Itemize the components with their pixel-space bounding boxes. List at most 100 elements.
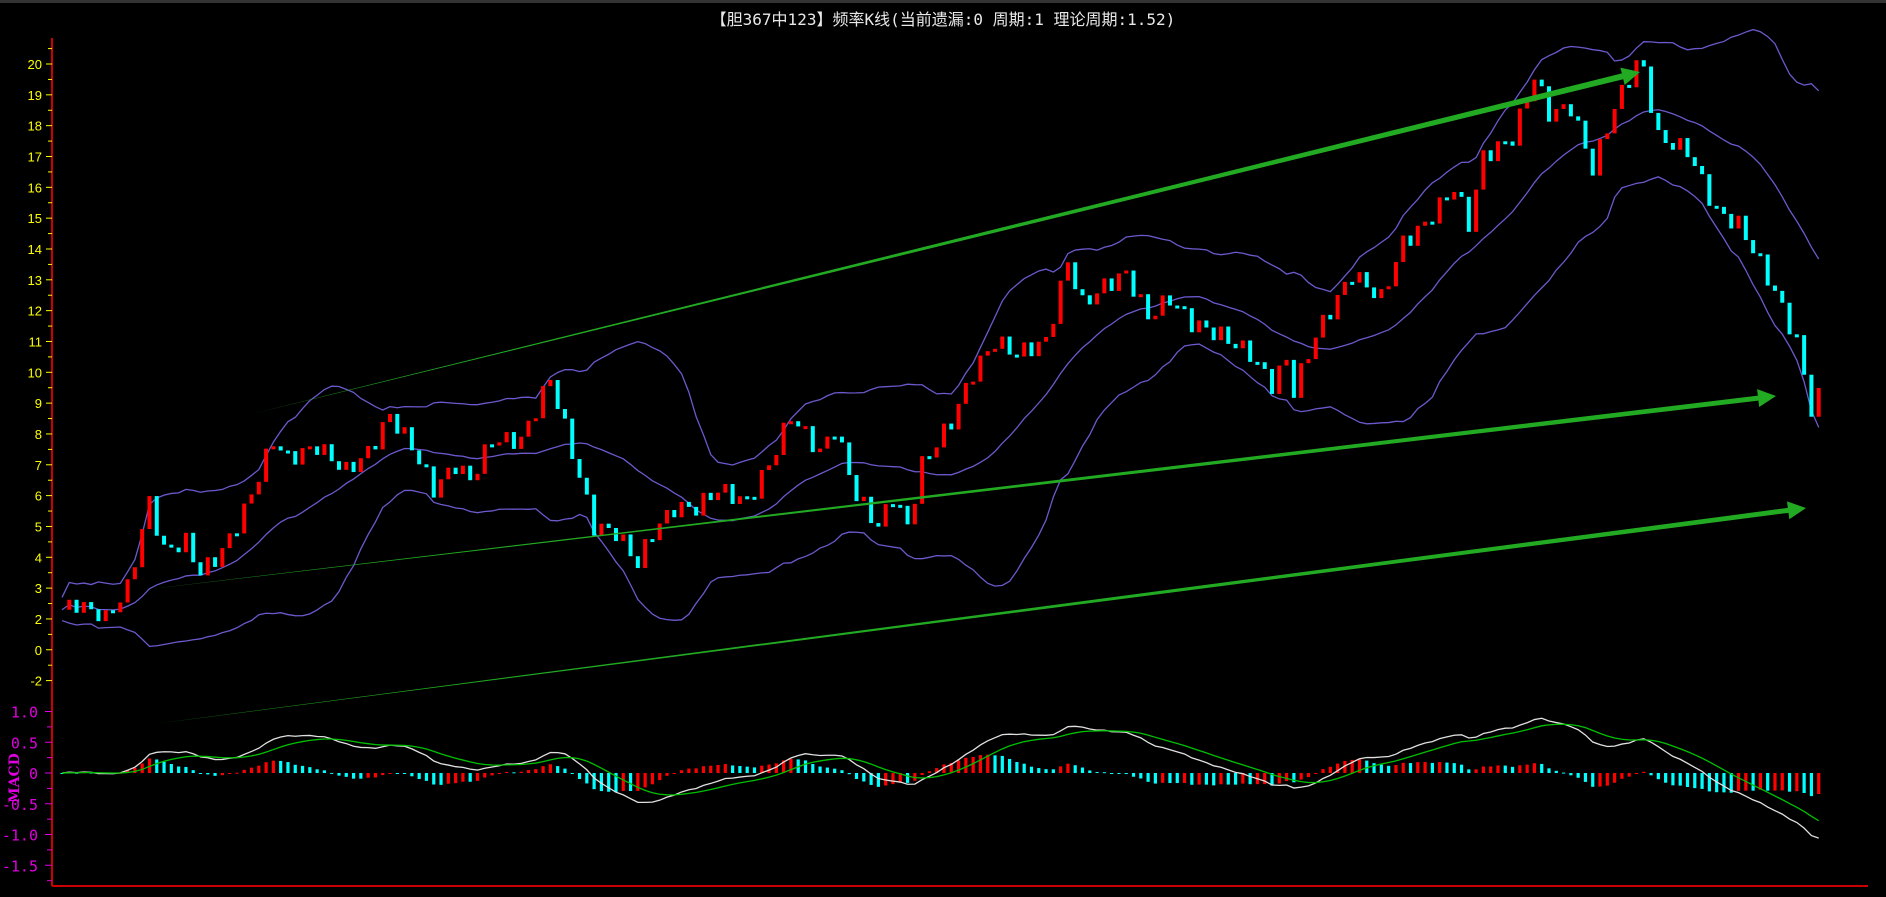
- macd-histogram-bar: [1489, 766, 1493, 773]
- candle-up: [788, 421, 793, 425]
- candle-up: [767, 465, 772, 471]
- macd-histogram-bar: [548, 764, 552, 773]
- macd-histogram-bar: [592, 773, 596, 790]
- candle-up: [985, 351, 990, 356]
- candle-down: [1743, 215, 1748, 241]
- candle-up: [380, 422, 385, 450]
- macd-histogram-bar: [1372, 763, 1376, 773]
- macd-histogram-bar: [1510, 766, 1515, 773]
- candle-down: [1270, 368, 1275, 394]
- candle-up: [934, 447, 939, 458]
- candle-up: [1423, 221, 1428, 226]
- candle-down: [1233, 343, 1238, 349]
- macd-histogram-bar: [1022, 763, 1026, 773]
- candle-up: [737, 496, 742, 504]
- macd-histogram-bar: [818, 766, 822, 773]
- candle-down: [1459, 191, 1464, 197]
- trend-arrow-upper: [252, 67, 1640, 414]
- candle-down: [1663, 130, 1668, 144]
- candle-down: [293, 451, 298, 465]
- macd-histogram-bar: [1685, 773, 1690, 788]
- macd-histogram-bar: [1525, 764, 1529, 773]
- macd-histogram-bar: [1015, 762, 1019, 773]
- candle-down: [745, 496, 750, 500]
- candle-down: [570, 418, 575, 460]
- macd-histogram-bar: [1780, 773, 1784, 791]
- candle-down: [1211, 327, 1216, 341]
- macd-histogram-bar: [344, 773, 348, 777]
- candle-down: [373, 445, 378, 450]
- candle-up: [1153, 315, 1158, 320]
- candle-up: [388, 413, 393, 423]
- macd-histogram-bar: [1146, 773, 1150, 782]
- candle-up: [125, 579, 130, 603]
- candle-down: [351, 461, 356, 473]
- macd-histogram-bar: [1547, 768, 1551, 773]
- macd-histogram-bar: [971, 756, 975, 773]
- candle-down: [628, 534, 633, 557]
- boll-lower-line: [61, 176, 1820, 648]
- macd-histogram-bar: [1758, 773, 1762, 790]
- candle-up: [1736, 215, 1741, 229]
- candle-down: [1590, 148, 1595, 176]
- candle-down: [511, 432, 516, 449]
- macd-histogram-bar: [1153, 773, 1157, 784]
- candle-down: [1131, 270, 1136, 297]
- candle-down: [730, 484, 735, 504]
- candle-up: [1095, 293, 1100, 305]
- macd-histogram-bar: [1430, 762, 1434, 773]
- macd-histogram-bar: [1467, 769, 1471, 773]
- frequency-kline-chart: 2019181716151413121110987654320-21.00.50…: [2, 28, 1868, 887]
- candle-down: [1568, 104, 1573, 117]
- candle-down: [1627, 84, 1632, 88]
- candle-down: [336, 461, 341, 470]
- macd-histogram-bar: [1073, 765, 1077, 773]
- candle-down: [1189, 308, 1194, 333]
- candle-down: [1503, 141, 1508, 145]
- macd-histogram-bar: [1226, 773, 1230, 785]
- macd-histogram-bar: [1161, 773, 1165, 783]
- macd-histogram-bar: [1059, 766, 1063, 773]
- candle-up: [504, 432, 509, 443]
- candle-down: [1029, 342, 1034, 357]
- macd-histogram-bar: [1576, 773, 1580, 778]
- macd-histogram-bar: [169, 764, 173, 773]
- candle-up: [621, 534, 626, 542]
- macd-histogram-bar: [315, 769, 319, 773]
- candle-down: [234, 533, 239, 537]
- candle-down: [1226, 326, 1231, 344]
- candle-up: [679, 501, 684, 518]
- macd-histogram-bar: [1605, 773, 1609, 786]
- macd-histogram-bar: [1306, 773, 1311, 778]
- candle-down: [1751, 240, 1756, 254]
- macd-histogram-bar: [658, 773, 662, 781]
- candle-up: [781, 422, 786, 456]
- candle-up: [956, 403, 961, 430]
- macd-histogram-bar: [235, 772, 239, 774]
- macd-histogram-bar: [679, 770, 684, 773]
- candle-up: [978, 355, 983, 382]
- macd-histogram-bar: [1284, 773, 1289, 782]
- candle-up: [1342, 281, 1347, 295]
- candle-up: [439, 479, 444, 498]
- candle-up: [132, 567, 137, 580]
- macd-histogram-bar: [1008, 758, 1012, 773]
- macd-histogram-bar: [1664, 773, 1668, 783]
- candle-up: [1138, 294, 1143, 298]
- candle-up: [1816, 387, 1821, 417]
- price-tick-label: 13: [28, 273, 42, 288]
- candle-down: [839, 436, 844, 443]
- macd-histogram-bar: [519, 771, 523, 773]
- candle-up: [1517, 108, 1522, 146]
- candle-down: [1007, 336, 1012, 355]
- candle-down: [1175, 305, 1180, 309]
- macd-histogram-bar: [461, 773, 465, 782]
- macd-histogram-bar: [417, 773, 421, 780]
- macd-histogram-bar: [556, 766, 560, 773]
- macd-histogram-bar: [446, 773, 450, 784]
- candle-down: [577, 459, 582, 478]
- candle-up: [1598, 139, 1603, 176]
- candle-down: [329, 444, 334, 462]
- candle-down: [1255, 361, 1260, 365]
- macd-histogram-bar: [373, 773, 378, 778]
